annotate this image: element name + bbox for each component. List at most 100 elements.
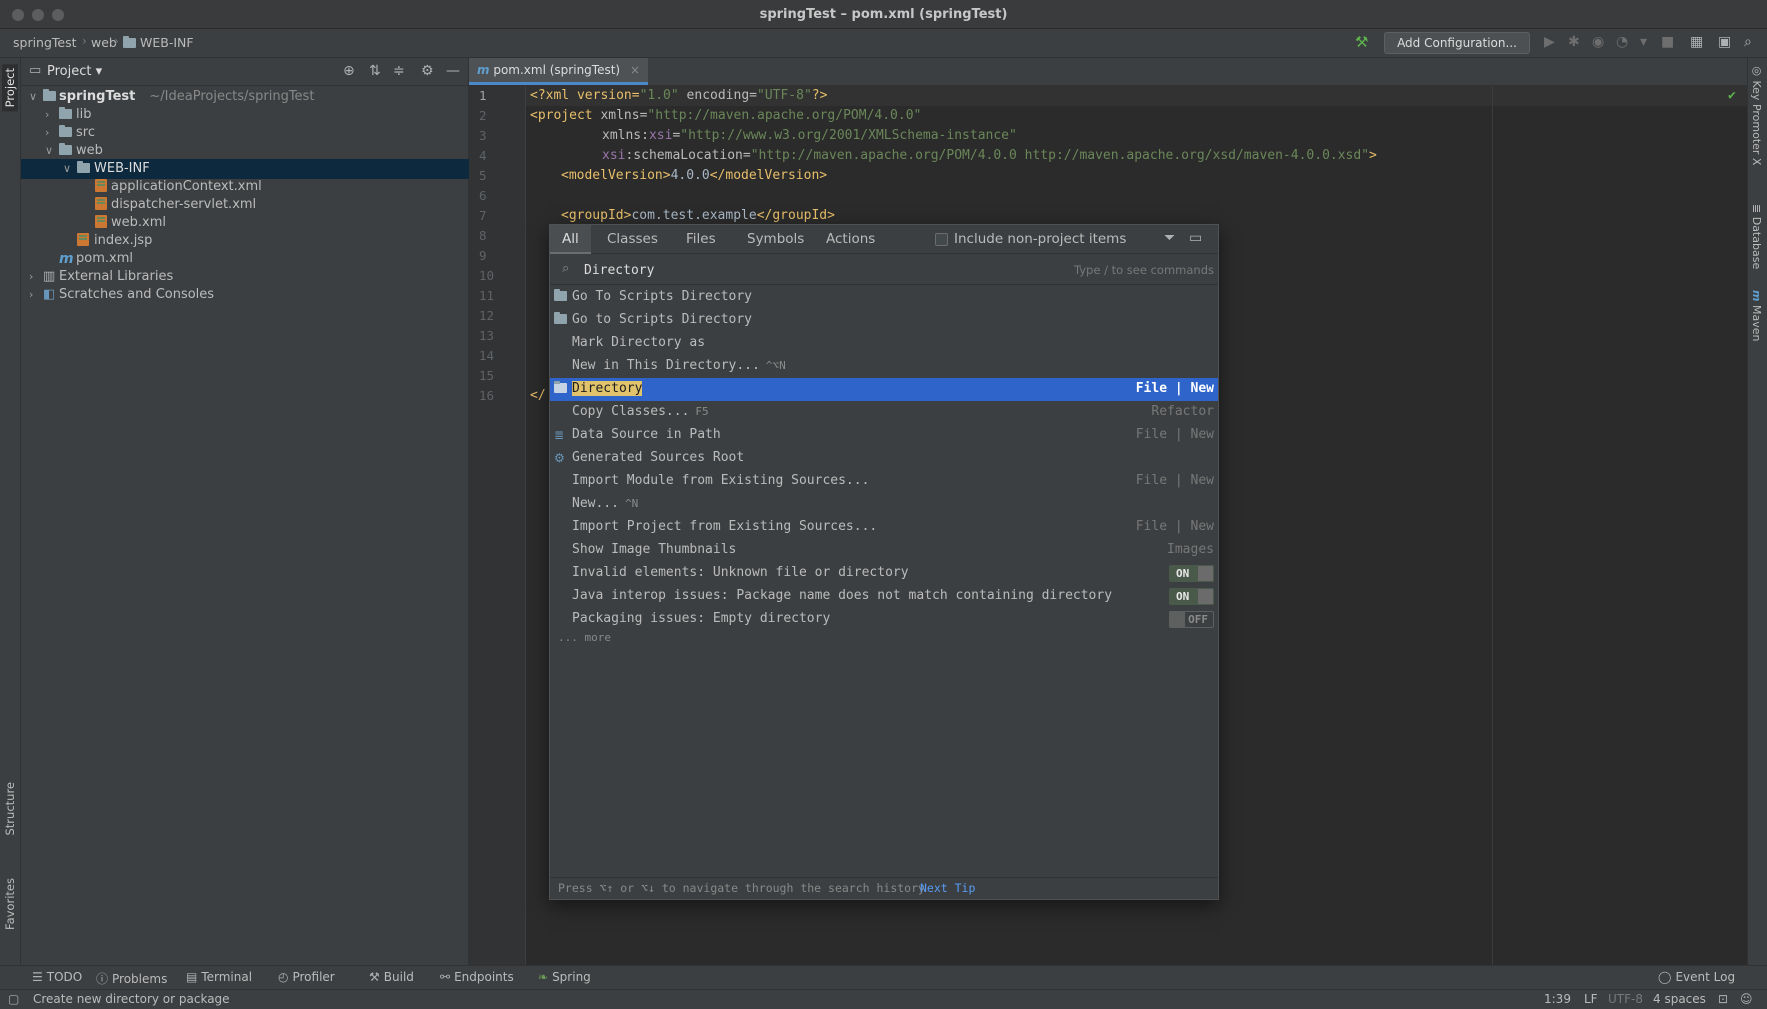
tree-node-dispatcher-servlet[interactable]: dispatcher-servlet.xml	[21, 195, 469, 215]
result-label-wrap: Directory	[572, 378, 643, 400]
next-tip-link[interactable]: Next Tip	[920, 878, 975, 899]
search-input[interactable]	[584, 260, 984, 280]
result-item[interactable]: Go To Scripts Directory	[550, 286, 1218, 309]
event-log-button[interactable]: ◯ Event Log	[1658, 970, 1735, 984]
add-configuration-button[interactable]: Add Configuration...	[1384, 32, 1530, 54]
todo-tool-button[interactable]: ☰ TODO	[32, 970, 82, 984]
line-separator[interactable]: LF	[1584, 992, 1598, 1006]
build-tool-button[interactable]: ⚒ Build	[369, 970, 414, 984]
indent-setting[interactable]: 4 spaces	[1653, 992, 1706, 1006]
breadcrumb-webinf-item[interactable]: WEB-INF	[123, 35, 194, 50]
tab-files[interactable]: Files	[674, 225, 728, 254]
chevron-right-icon[interactable]: ›	[29, 285, 33, 305]
file-encoding[interactable]: UTF-8	[1608, 992, 1643, 1006]
breadcrumb-web[interactable]: web	[91, 35, 117, 50]
debug-icon[interactable]: ✱	[1568, 34, 1580, 50]
close-icon[interactable]: ×	[630, 63, 640, 77]
project-tool-tab[interactable]: Project	[2, 64, 18, 112]
chevron-right-icon[interactable]: ›	[29, 267, 33, 287]
line-number: 13	[479, 328, 495, 343]
more-run-actions-chevron-down-icon[interactable]: ▾	[1640, 34, 1647, 50]
lock-icon[interactable]: ⊡	[1718, 992, 1728, 1006]
result-item[interactable]: ≣ Data Source in Path File | New	[550, 424, 1218, 447]
spring-tool-button[interactable]: ❧ Spring	[538, 970, 591, 984]
tree-node-pom-xml[interactable]: m pom.xml	[21, 249, 469, 269]
chevron-right-icon[interactable]: ›	[45, 105, 49, 125]
tree-node-src[interactable]: › src	[21, 123, 469, 143]
chevron-right-icon[interactable]: ›	[45, 123, 49, 143]
structure-tool-tab[interactable]: Structure	[2, 778, 18, 840]
result-item-inspection[interactable]: Java interop issues: Package name does n…	[550, 585, 1218, 608]
run-icon[interactable]: ▶	[1544, 34, 1555, 50]
result-item-inspection[interactable]: Invalid elements: Unknown file or direct…	[550, 562, 1218, 585]
profile-icon[interactable]: ◔	[1616, 34, 1628, 50]
tab-symbols[interactable]: Symbols	[735, 225, 816, 254]
problems-tool-button[interactable]: ⓘ Problems	[96, 970, 167, 987]
tree-node-external-libraries[interactable]: › ▥ External Libraries	[21, 267, 469, 287]
endpoints-tool-button[interactable]: ⚯ Endpoints	[440, 970, 514, 984]
chevron-down-icon[interactable]: ∨	[63, 159, 71, 179]
hide-panel-icon[interactable]: —	[446, 63, 460, 79]
tool-windows-toggle-icon[interactable]: ▢	[8, 992, 19, 1006]
project-panel-header: ▭ Project ▾ ⊕ ⇅ ≑ ⚙ —	[21, 58, 468, 86]
search-everywhere-icon[interactable]: ⌕	[1744, 34, 1752, 50]
breadcrumb-project[interactable]: springTest	[13, 35, 77, 50]
chevron-down-icon[interactable]: ∨	[29, 87, 37, 107]
profiler-tool-button[interactable]: ◴ Profiler	[278, 970, 335, 984]
include-non-project-label[interactable]: Include non-project items	[954, 231, 1126, 247]
project-structure-icon[interactable]: ▦	[1690, 34, 1703, 50]
tree-node-index-jsp[interactable]: index.jsp	[21, 231, 469, 251]
more-results-link[interactable]: ... more	[558, 631, 611, 644]
line-number: 14	[479, 348, 495, 363]
inspection-toggle[interactable]: ON	[1169, 565, 1214, 582]
result-item[interactable]: New in This Directory... ^⌥N	[550, 355, 1218, 378]
tab-actions[interactable]: Actions	[814, 225, 887, 254]
database-tool-tab[interactable]: ≣ Database	[1750, 204, 1763, 269]
stop-icon[interactable]: ■	[1661, 34, 1674, 50]
tree-label: src	[76, 125, 95, 140]
tab-all[interactable]: All	[550, 225, 591, 254]
terminal-tool-button[interactable]: ▤ Terminal	[186, 970, 252, 984]
maven-tool-tab[interactable]: m Maven	[1750, 290, 1763, 341]
expand-all-icon[interactable]: ⇅	[369, 63, 381, 79]
tree-node-applicationcontext[interactable]: applicationContext.xml	[21, 177, 469, 197]
tree-node-web[interactable]: ∨ web	[21, 141, 469, 161]
result-item-selected[interactable]: Directory File | New	[550, 378, 1218, 401]
tree-node-scratches[interactable]: › ◧ Scratches and Consoles	[21, 285, 469, 305]
tree-node-webinf[interactable]: ∨ WEB-INF	[21, 159, 469, 179]
build-hammer-icon[interactable]: ⚒	[1355, 33, 1368, 51]
result-item[interactable]: Copy Classes... F5 Refactor	[550, 401, 1218, 424]
result-item[interactable]: Import Project from Existing Sources... …	[550, 516, 1218, 539]
tree-node-web-xml[interactable]: web.xml	[21, 213, 469, 233]
key-promoter-tool-tab[interactable]: ◎ Key Promoter X	[1750, 64, 1763, 165]
tree-node-springtest[interactable]: ∨ springTest ~/IdeaProjects/springTest	[21, 87, 469, 107]
breadcrumb-webinf: WEB-INF	[139, 35, 194, 50]
caret-position[interactable]: 1:39	[1544, 992, 1571, 1006]
code-with-me-icon[interactable]: ▣	[1718, 34, 1731, 50]
tab-classes[interactable]: Classes	[595, 225, 670, 254]
result-item[interactable]: New... ^N	[550, 493, 1218, 516]
result-item[interactable]: Go to Scripts Directory	[550, 309, 1218, 332]
result-item-inspection[interactable]: Packaging issues: Empty directory OFF	[550, 608, 1218, 631]
inspection-toggle[interactable]: OFF	[1169, 611, 1214, 628]
chevron-down-icon[interactable]: ∨	[45, 141, 53, 161]
notifications-icon[interactable]: ☺	[1740, 992, 1753, 1006]
result-item[interactable]: Show Image Thumbnails Images	[550, 539, 1218, 562]
result-item[interactable]: Mark Directory as	[550, 332, 1218, 355]
open-in-find-window-icon[interactable]: ▭	[1189, 230, 1202, 246]
collapse-all-icon[interactable]: ≑	[393, 63, 405, 79]
inspection-toggle[interactable]: ON	[1169, 588, 1214, 605]
locate-file-icon[interactable]: ⊕	[343, 63, 355, 79]
result-item[interactable]: ⚙ Generated Sources Root	[550, 447, 1218, 470]
tree-label: web.xml	[111, 215, 166, 230]
inspection-ok-check-icon[interactable]: ✔	[1728, 88, 1736, 103]
favorites-tool-tab[interactable]: Favorites	[2, 874, 18, 934]
tree-node-lib[interactable]: › lib	[21, 105, 469, 125]
filter-icon[interactable]: ⏷	[1164, 230, 1175, 246]
editor-tab-pom[interactable]: m pom.xml (springTest) ×	[469, 58, 648, 85]
project-view-selector[interactable]: Project ▾	[47, 64, 102, 79]
coverage-icon[interactable]: ◉	[1592, 34, 1604, 50]
include-non-project-checkbox[interactable]	[935, 233, 948, 246]
gear-icon[interactable]: ⚙	[421, 63, 434, 79]
result-item[interactable]: Import Module from Existing Sources... F…	[550, 470, 1218, 493]
